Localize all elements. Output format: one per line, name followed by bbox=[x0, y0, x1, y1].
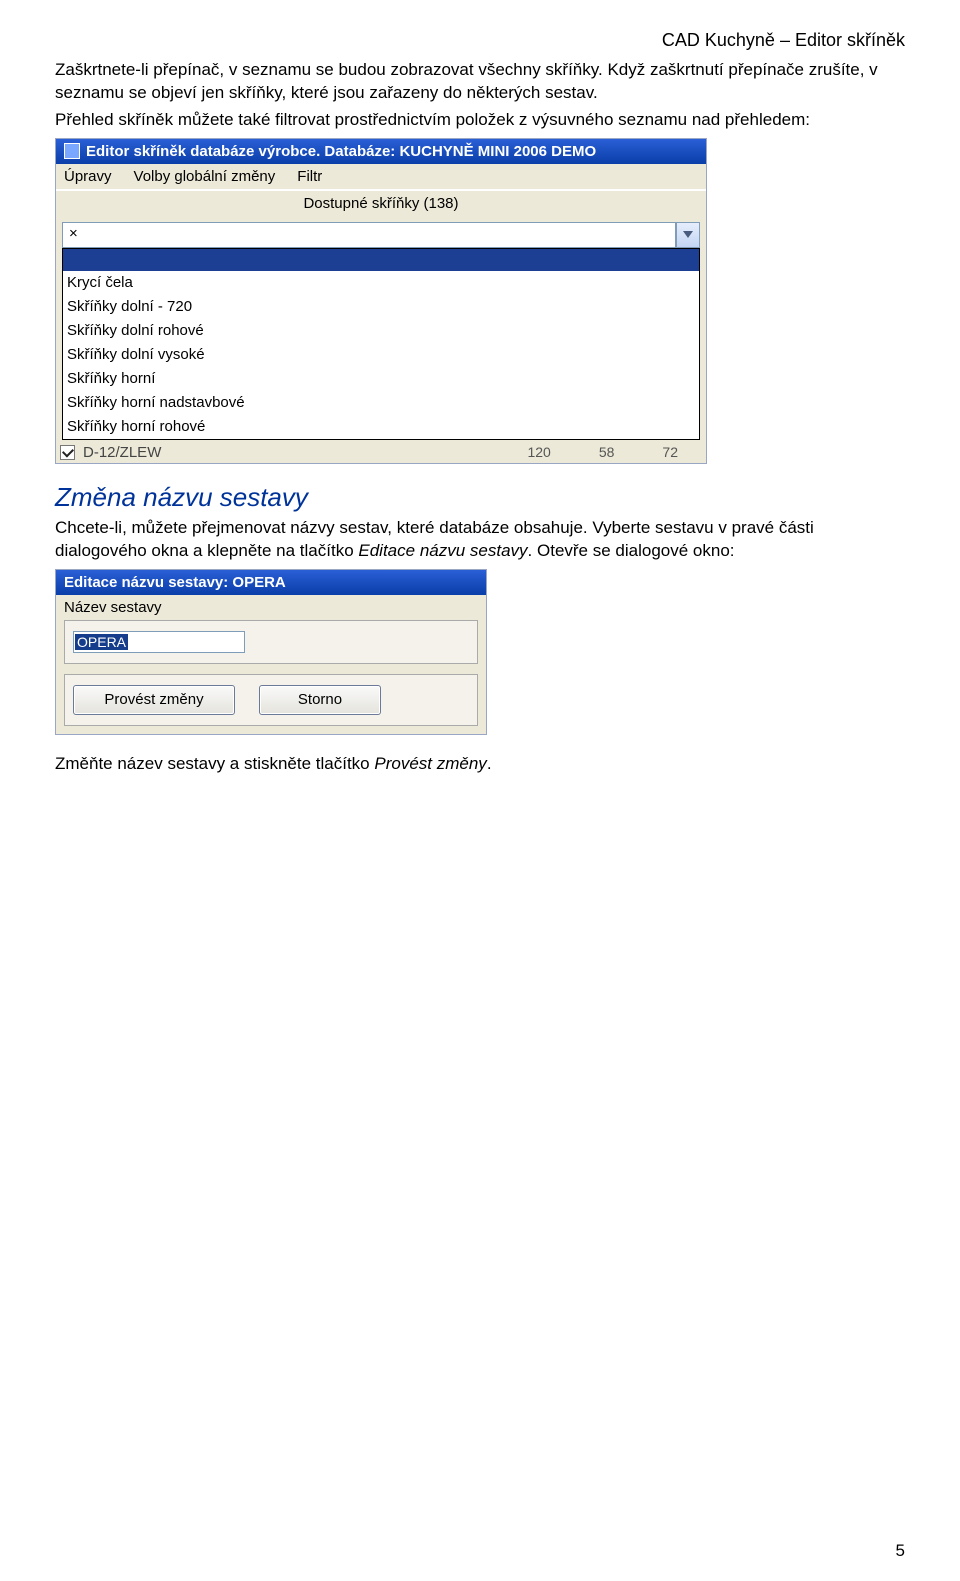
closing-paragraph: Změňte název sestavy a stiskněte tlačítk… bbox=[55, 753, 905, 776]
filter-combo-value[interactable]: × bbox=[62, 222, 676, 248]
dropdown-item[interactable]: Krycí čela bbox=[63, 271, 699, 295]
dialog-field-label: Název sestavy bbox=[64, 599, 478, 616]
table-cell-num: 120 bbox=[527, 444, 550, 460]
section-paragraph: Chcete-li, můžete přejmenovat názvy sest… bbox=[55, 517, 905, 563]
page-number: 5 bbox=[896, 1541, 905, 1561]
menu-item-upravy[interactable]: Úpravy bbox=[64, 168, 112, 185]
menu-item-filtr[interactable]: Filtr bbox=[297, 168, 322, 185]
dropdown-item[interactable]: Skříňky horní rohové bbox=[63, 415, 699, 439]
dialog-title: Editace názvu sestavy: OPERA bbox=[64, 574, 286, 591]
dropdown-item[interactable]: Skříňky dolní - 720 bbox=[63, 295, 699, 319]
filter-dropdown-list[interactable]: Krycí čela Skříňky dolní - 720 Skříňky d… bbox=[62, 248, 700, 440]
dropdown-item[interactable]: Skříňky horní nadstavbové bbox=[63, 391, 699, 415]
available-count-label: Dostupné skříňky (138) bbox=[56, 191, 706, 218]
section-title-rename: Změna názvu sestavy bbox=[55, 482, 905, 513]
dropdown-selected-blank[interactable] bbox=[63, 249, 699, 271]
intro-paragraph-2: Přehled skříněk můžete také filtrovat pr… bbox=[55, 109, 905, 132]
checkbox-icon[interactable] bbox=[60, 445, 75, 460]
menubar: Úpravy Volby globální změny Filtr bbox=[56, 164, 706, 191]
dropdown-item[interactable]: Skříňky horní bbox=[63, 367, 699, 391]
table-cell-label: D-12/ZLEW bbox=[83, 444, 161, 461]
intro-paragraph-1: Zaškrtnete-li přepínač, v seznamu se bud… bbox=[55, 59, 905, 105]
page-header: CAD Kuchyně – Editor skříněk bbox=[55, 30, 905, 51]
assembly-name-input[interactable]: OPERA bbox=[73, 631, 245, 653]
dialog-titlebar: Editace názvu sestavy: OPERA bbox=[56, 570, 486, 595]
rename-dialog: Editace názvu sestavy: OPERA Název sesta… bbox=[55, 569, 487, 735]
table-cell-num: 58 bbox=[599, 444, 615, 460]
apply-changes-button[interactable]: Provést změny bbox=[73, 685, 235, 715]
menu-item-volby[interactable]: Volby globální změny bbox=[134, 168, 276, 185]
app-window-editor: Editor skříněk databáze výrobce. Databáz… bbox=[55, 138, 707, 464]
app-title: Editor skříněk databáze výrobce. Databáz… bbox=[86, 143, 596, 160]
dialog-button-row: Provést změny Storno bbox=[64, 674, 478, 726]
cancel-button[interactable]: Storno bbox=[259, 685, 381, 715]
filter-combo[interactable]: × bbox=[62, 222, 700, 248]
dropdown-item[interactable]: Skříňky dolní rohové bbox=[63, 319, 699, 343]
dialog-field-group: OPERA bbox=[64, 620, 478, 664]
chevron-down-icon bbox=[683, 231, 693, 238]
app-titlebar: Editor skříněk databáze výrobce. Databáz… bbox=[56, 139, 706, 164]
table-cell-num: 72 bbox=[662, 444, 678, 460]
dropdown-item[interactable]: Skříňky dolní vysoké bbox=[63, 343, 699, 367]
assembly-name-value: OPERA bbox=[75, 634, 128, 650]
filter-combo-dropdown-button[interactable] bbox=[676, 222, 700, 248]
app-icon bbox=[64, 143, 80, 159]
table-row: D-12/ZLEW 120 58 72 bbox=[60, 444, 702, 461]
